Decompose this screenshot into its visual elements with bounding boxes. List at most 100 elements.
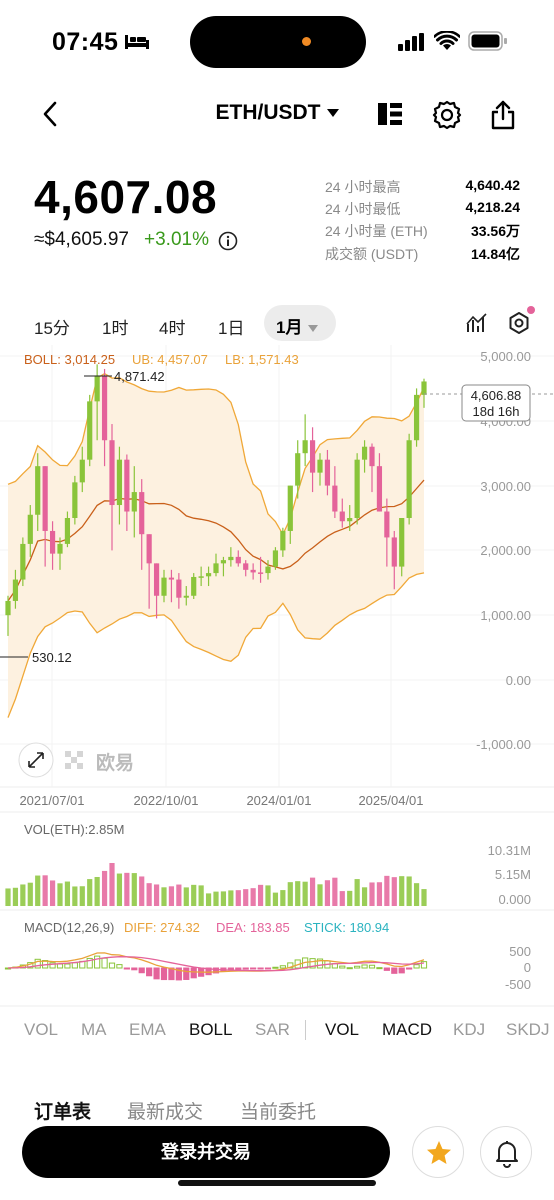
login-trade-button[interactable]: 登录并交易 — [22, 1126, 390, 1178]
volume-bar — [235, 890, 241, 906]
volume-bar — [42, 875, 48, 906]
vol-tick-label: 5.15M — [495, 867, 531, 882]
candle-body — [406, 440, 412, 518]
volume-bar — [213, 891, 219, 906]
share-icon[interactable] — [489, 99, 517, 136]
volume-bar — [49, 880, 56, 906]
indicator-tab-ema[interactable]: EMA — [129, 1020, 166, 1040]
macd-stick — [160, 967, 168, 981]
macd-stick — [339, 965, 346, 969]
macd-stick — [376, 967, 383, 970]
candle-body — [183, 595, 189, 598]
watermark-text: 欧易 — [96, 751, 134, 774]
indicator-tab-sub-vol[interactable]: VOL — [325, 1020, 359, 1040]
volume-bar — [27, 882, 33, 906]
volume-bar — [413, 883, 420, 906]
volume-bar — [295, 881, 301, 906]
tab-divider — [305, 1020, 306, 1040]
tab-open-orders[interactable]: 当前委托 — [240, 1097, 316, 1124]
candle-body — [87, 401, 93, 460]
kline-chart[interactable]: BOLL: 3,014.25 UB: 4,457.07 LB: 1,571.43… — [0, 345, 554, 1015]
candle-body — [168, 577, 175, 580]
volume-label: VOL(ETH):2.85M — [24, 822, 124, 837]
caret-down-icon — [326, 109, 339, 118]
volume-bar — [309, 877, 316, 906]
notification-dot — [527, 306, 535, 314]
indicator-tab-skdj[interactable]: SKDJ — [506, 1020, 549, 1040]
volume-bar — [183, 887, 189, 906]
volume-bar — [369, 882, 375, 906]
settings-gear-icon[interactable] — [431, 99, 463, 136]
bell-icon — [496, 1141, 518, 1168]
candle-body — [176, 579, 182, 598]
volume-bar — [153, 884, 160, 906]
candle-body — [228, 556, 234, 561]
info-icon[interactable] — [218, 231, 238, 256]
volume-bar — [324, 880, 331, 906]
timeframe-tab[interactable]: 15分 — [34, 314, 70, 339]
candle-body — [413, 394, 420, 441]
candle-body — [384, 511, 390, 538]
volume-bar — [287, 882, 293, 906]
chart-settings-icon[interactable] — [507, 311, 531, 340]
candle-body — [280, 530, 286, 551]
candle-body — [361, 446, 368, 460]
pair-label: ETH/USDT — [215, 101, 321, 124]
candle-body — [295, 453, 301, 486]
macd-stick — [108, 962, 116, 969]
indicator-tab-ma[interactable]: MA — [81, 1020, 107, 1040]
volume-bars — [5, 863, 427, 906]
volume-bar — [272, 892, 279, 906]
candle-body — [235, 556, 241, 564]
privacy-indicator-dot — [302, 37, 311, 46]
volume-bar — [205, 893, 212, 906]
candle-body — [27, 514, 33, 544]
volume-bar — [79, 886, 85, 906]
volume-bar — [354, 879, 360, 906]
wifi-icon — [433, 30, 461, 56]
indicator-tab-vol[interactable]: VOL — [24, 1020, 58, 1040]
candle-body — [198, 576, 204, 578]
alert-button[interactable] — [480, 1126, 532, 1178]
indicator-chart-icon[interactable] — [466, 312, 488, 339]
indicator-tab-sar[interactable]: SAR — [255, 1020, 290, 1040]
layout-list-icon[interactable] — [377, 101, 403, 132]
dynamic-island — [190, 16, 366, 68]
volume-bar — [94, 876, 100, 906]
macd-stick — [383, 967, 390, 971]
volume-bar — [176, 884, 182, 906]
timeframe-tab[interactable]: 1日 — [218, 314, 244, 339]
indicator-tab-kdj[interactable]: KDJ — [453, 1020, 485, 1040]
macd-stick — [138, 967, 145, 974]
timeframe-tab[interactable]: 1时 — [102, 314, 128, 339]
indicator-tab-boll[interactable]: BOLL — [189, 1020, 232, 1040]
macd-bars — [4, 955, 428, 981]
y-tick-label: -1,000.00 — [476, 737, 531, 752]
high-price-label: 4,871.42 — [114, 369, 165, 384]
macd-stick — [71, 962, 78, 969]
volume-bar — [131, 873, 137, 906]
volume-bar — [198, 885, 204, 906]
sleep-mode-icon — [124, 32, 150, 55]
volume-bar — [257, 884, 264, 906]
change-percent: +3.01% — [144, 229, 209, 250]
macd-stick — [361, 964, 368, 969]
countdown-label: 18d 16h — [473, 404, 520, 419]
tab-order-book[interactable]: 订单表 — [34, 1097, 91, 1124]
macd-diff-label: DIFF: 274.32 — [124, 920, 200, 935]
volume-bar — [399, 876, 405, 906]
candle-body — [57, 543, 63, 554]
candle-body — [116, 459, 123, 506]
tab-latest-trades[interactable]: 最新成交 — [127, 1097, 203, 1124]
pair-selector[interactable]: ETH/USDT — [0, 101, 554, 125]
indicator-tab-macd[interactable]: MACD — [382, 1020, 432, 1040]
signal-icon — [398, 33, 426, 56]
timeframe-selected[interactable]: 1月 — [264, 305, 336, 341]
candle-body — [302, 440, 308, 454]
watermark-logo — [65, 751, 83, 769]
volume-bar — [280, 890, 286, 906]
candle-body — [354, 459, 360, 518]
favorite-button[interactable] — [412, 1126, 464, 1178]
volume-bar — [139, 876, 145, 906]
timeframe-tab[interactable]: 4时 — [159, 314, 185, 339]
